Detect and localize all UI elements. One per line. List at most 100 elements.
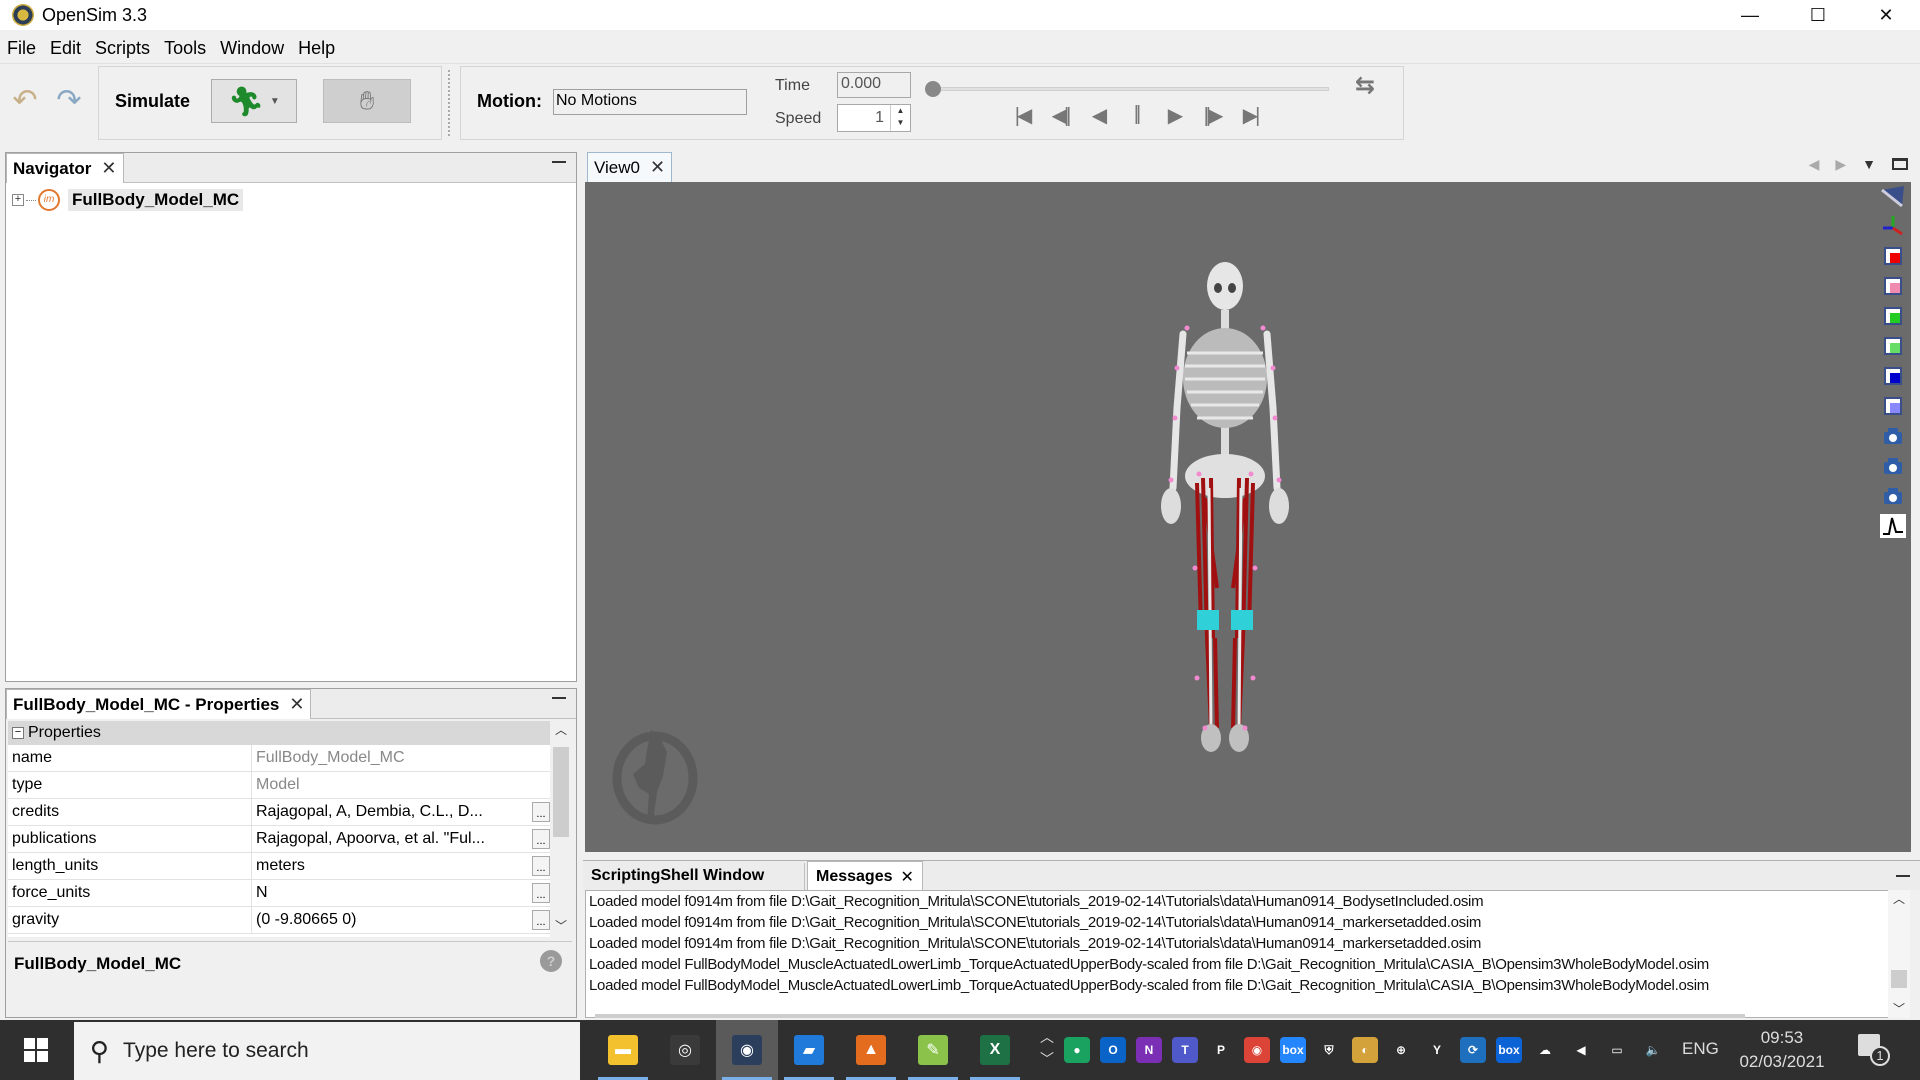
help-icon[interactable]: ?: [540, 950, 562, 972]
outlook-icon[interactable]: O: [1100, 1037, 1126, 1063]
property-value[interactable]: Model: [252, 772, 552, 798]
edit-property-button[interactable]: ...: [532, 802, 550, 822]
edit-property-button[interactable]: ...: [532, 910, 550, 930]
property-value[interactable]: meters...: [252, 853, 552, 879]
scroll-up-icon[interactable]: ︿: [550, 721, 572, 741]
minimize-panel-button[interactable]: [552, 161, 566, 163]
loop-icon[interactable]: ⇆: [1355, 71, 1375, 100]
back-view-icon[interactable]: [1880, 274, 1906, 298]
front-view-icon[interactable]: [1880, 244, 1906, 268]
right-view-icon[interactable]: [1880, 394, 1906, 418]
property-value[interactable]: Rajagopal, A, Dembia, C.L., D......: [252, 799, 552, 825]
close-icon[interactable]: ✕: [289, 694, 304, 715]
minimize-panel-button[interactable]: [1896, 875, 1910, 877]
edit-property-button[interactable]: ...: [532, 883, 550, 903]
toolbar-grip[interactable]: [448, 70, 452, 136]
collapse-icon[interactable]: −: [12, 727, 24, 739]
stop-simulation-button[interactable]: ✋︎: [323, 79, 411, 123]
tab-properties[interactable]: FullBody_Model_MC - Properties ✕: [6, 689, 312, 719]
property-value[interactable]: (0 -9.80665 0)...: [252, 907, 552, 933]
property-row[interactable]: gravity (0 -9.80665 0)...: [8, 907, 552, 934]
chevron-down-icon[interactable]: ▼: [270, 96, 280, 107]
speed-stepper[interactable]: 1 ▲ ▼: [837, 104, 911, 132]
property-row[interactable]: type Model: [8, 772, 552, 799]
property-row[interactable]: length_units meters...: [8, 853, 552, 880]
greenshot-icon[interactable]: ⊕: [1388, 1037, 1414, 1063]
close-icon[interactable]: ✕: [101, 158, 116, 179]
close-icon[interactable]: ✕: [901, 867, 914, 887]
messages-vscrollbar[interactable]: ︿ ﹀: [1888, 890, 1910, 1018]
taskbar-app-file-explorer[interactable]: ▬: [592, 1020, 654, 1080]
tree-item-label[interactable]: FullBody_Model_MC: [68, 189, 244, 211]
taskbar-app-opensim-old[interactable]: ◎: [654, 1020, 716, 1080]
property-value[interactable]: N...: [252, 880, 552, 906]
property-row[interactable]: publications Rajagopal, Apoorva, et al. "…: [8, 826, 552, 853]
scroll-right-icon[interactable]: ▶: [1835, 156, 1846, 173]
notification-center-button[interactable]: 1: [1858, 1034, 1890, 1066]
taskbar-app-opensim[interactable]: ◉: [716, 1020, 778, 1080]
language-indicator[interactable]: ENG: [1682, 1039, 1719, 1059]
tab-view0[interactable]: View0 ✕: [587, 152, 673, 182]
menu-edit[interactable]: Edit: [43, 38, 88, 59]
property-row[interactable]: credits Rajagopal, A, Dembia, C.L., D....…: [8, 799, 552, 826]
messages-log[interactable]: Loaded model f0914m from file D:\Gait_Re…: [585, 890, 1905, 1018]
pushbullet-icon[interactable]: P: [1208, 1037, 1234, 1063]
undo-button[interactable]: ↶: [8, 84, 42, 118]
scroll-thumb[interactable]: [553, 747, 569, 837]
menu-help[interactable]: Help: [291, 38, 342, 59]
close-button[interactable]: ✕: [1852, 0, 1920, 30]
axes-icon[interactable]: [1880, 214, 1906, 238]
maximize-icon[interactable]: [1892, 158, 1908, 170]
movie-icon[interactable]: [1880, 454, 1906, 478]
close-icon[interactable]: ✕: [650, 157, 665, 178]
tray-chevron-icon[interactable]: ︿ ﹀: [1038, 1026, 1056, 1070]
volume-icon[interactable]: 🔈: [1640, 1037, 1666, 1063]
edit-property-button[interactable]: ...: [532, 856, 550, 876]
menu-file[interactable]: File: [0, 38, 43, 59]
play-button[interactable]: ▶: [1161, 103, 1187, 128]
scroll-down-icon[interactable]: ﹀: [1888, 1000, 1910, 1018]
play-reverse-button[interactable]: ◀: [1085, 103, 1111, 128]
motion-selector[interactable]: No Motions: [553, 89, 747, 115]
last-frame-button[interactable]: ▶|: [1237, 103, 1263, 128]
onedrive-icon[interactable]: ☁: [1532, 1037, 1558, 1063]
yammer-icon[interactable]: Y: [1424, 1037, 1450, 1063]
redo-button[interactable]: ↷: [52, 84, 86, 118]
snapshot-icon[interactable]: [1880, 424, 1906, 448]
run-simulation-button[interactable]: 🏃︎ ▼: [211, 79, 297, 123]
hangouts-icon[interactable]: ●: [1064, 1037, 1090, 1063]
step-back-button[interactable]: ◀||: [1047, 103, 1073, 128]
time-input[interactable]: 0.000: [837, 72, 911, 98]
box-icon[interactable]: box: [1280, 1037, 1306, 1063]
taskbar-app-excel[interactable]: X: [964, 1020, 1026, 1080]
menu-window[interactable]: Window: [213, 38, 291, 59]
expand-icon[interactable]: +: [12, 194, 24, 206]
scroll-up-icon[interactable]: ︿: [1888, 890, 1910, 908]
time-slider[interactable]: [931, 87, 1329, 91]
properties-section-header[interactable]: − Properties: [8, 721, 552, 745]
property-row[interactable]: name FullBody_Model_MC: [8, 745, 552, 772]
property-row[interactable]: force_units N...: [8, 880, 552, 907]
tab-messages[interactable]: Messages ✕: [807, 861, 923, 891]
scroll-down-icon[interactable]: ﹀: [550, 917, 572, 937]
speaker-red-icon[interactable]: ◀: [1568, 1037, 1594, 1063]
onenote-icon[interactable]: N: [1136, 1037, 1162, 1063]
chrome-icon[interactable]: ◉: [1244, 1037, 1270, 1063]
time-slider-thumb[interactable]: [925, 81, 941, 97]
menu-scripts[interactable]: Scripts: [88, 38, 157, 59]
top-view-icon[interactable]: [1880, 304, 1906, 328]
menu-tools[interactable]: Tools: [157, 38, 213, 59]
skeleton-model[interactable]: [1125, 258, 1325, 758]
property-value[interactable]: Rajagopal, Apoorva, et al. "Ful......: [252, 826, 552, 852]
scroll-left-icon[interactable]: ◀: [1809, 156, 1820, 173]
property-value[interactable]: FullBody_Model_MC: [252, 745, 552, 771]
properties-scrollbar[interactable]: ︿ ﹀: [550, 721, 572, 937]
3d-viewport[interactable]: [585, 182, 1911, 852]
start-button[interactable]: [0, 1020, 72, 1080]
bottom-view-icon[interactable]: [1880, 334, 1906, 358]
taskbar-search[interactable]: ⚲ Type here to search: [74, 1022, 580, 1080]
taskbar-app-matlab[interactable]: ▲: [840, 1020, 902, 1080]
taskbar-app-office[interactable]: ▰: [778, 1020, 840, 1080]
sync-icon[interactable]: ⟳: [1460, 1037, 1486, 1063]
record-icon[interactable]: [1880, 484, 1906, 508]
